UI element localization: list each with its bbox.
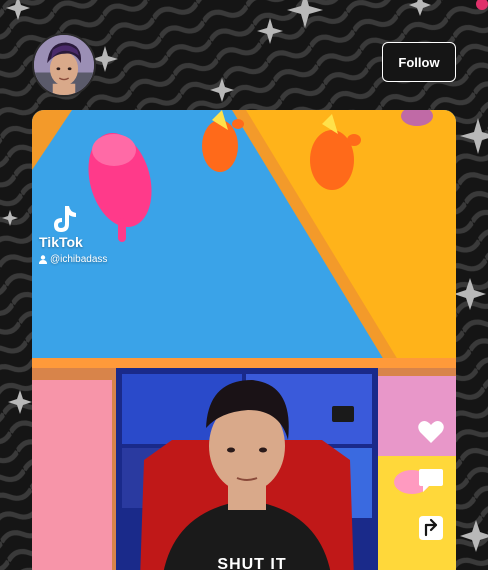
video-player[interactable]: SHUT IT TikTok @ichibadass: [32, 110, 456, 570]
tiktok-watermark-text: TikTok: [39, 234, 83, 250]
follow-button[interactable]: Follow: [382, 42, 456, 82]
comment-icon: [419, 469, 443, 492]
like-button[interactable]: [417, 418, 445, 446]
video-frame: [32, 110, 456, 570]
tiktok-logo-icon: [54, 206, 76, 232]
user-icon: [39, 255, 47, 264]
tiktok-watermark-handle: @ichibadass: [39, 254, 107, 265]
heart-icon: [418, 421, 444, 443]
creator-handle: @ichibadass: [50, 254, 108, 265]
avatar-photo: [34, 35, 94, 95]
share-button[interactable]: [417, 514, 445, 542]
shirt-text: SHUT IT: [217, 556, 287, 570]
share-icon: [419, 516, 443, 540]
comment-button[interactable]: [417, 466, 445, 494]
creator-avatar[interactable]: [32, 33, 96, 97]
